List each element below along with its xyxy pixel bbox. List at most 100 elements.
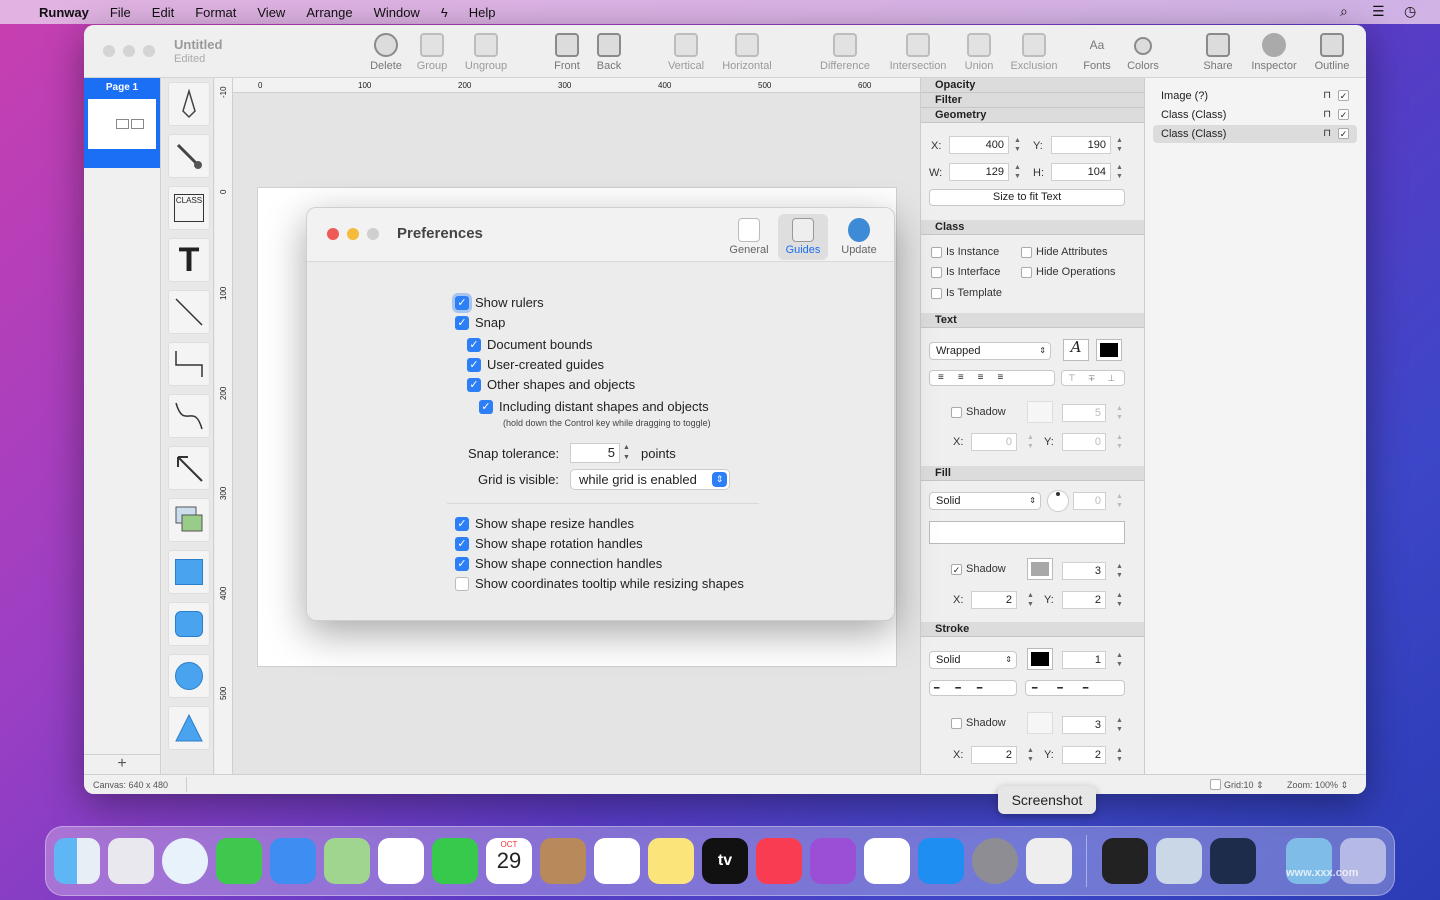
stroke-shadow-x-field[interactable]: 2 xyxy=(971,746,1017,764)
rectangle-tool[interactable] xyxy=(168,550,210,594)
outline-button[interactable]: Outline xyxy=(1312,33,1352,72)
delete-button[interactable]: Delete xyxy=(366,33,406,72)
is-interface-checkbox[interactable] xyxy=(931,267,942,278)
rounded-rectangle-tool[interactable] xyxy=(168,602,210,646)
class-tool[interactable]: CLASS xyxy=(168,186,210,230)
menu-view[interactable]: View xyxy=(257,5,285,20)
fill-shadow-size-field[interactable]: 3 xyxy=(1062,562,1106,580)
script-menu-icon[interactable]: ϟ xyxy=(441,5,448,20)
stroke-shadow-checkbox[interactable] xyxy=(951,718,962,729)
ellipse-tool[interactable] xyxy=(168,654,210,698)
fill-shadow-checkbox[interactable]: ✓ xyxy=(951,564,962,575)
runway-icon[interactable] xyxy=(1210,838,1256,884)
text-color-well[interactable] xyxy=(1096,339,1122,361)
minimize-window-button[interactable] xyxy=(123,45,135,57)
apple-tv-icon[interactable]: tv xyxy=(702,838,748,884)
tab-general[interactable]: General xyxy=(724,214,774,260)
visible-checkbox[interactable]: ✓ xyxy=(1338,109,1349,120)
fill-style-select[interactable]: Solid ⇕ xyxy=(929,492,1041,510)
stroke-shadow-color-well[interactable] xyxy=(1027,712,1053,734)
distant-shapes-checkbox[interactable]: ✓ xyxy=(479,400,493,414)
geometry-section-header[interactable]: Geometry xyxy=(921,108,1145,123)
spotlight-search-icon[interactable]: ⌕ xyxy=(1340,3,1348,20)
rotation-handles-checkbox[interactable]: ✓ xyxy=(455,537,469,551)
height-field[interactable]: 104 xyxy=(1051,163,1111,181)
difference-button[interactable]: Difference xyxy=(816,33,874,72)
stroke-color-well[interactable] xyxy=(1027,648,1053,670)
maps-icon[interactable] xyxy=(324,838,370,884)
system-preferences-icon[interactable] xyxy=(972,838,1018,884)
contacts-icon[interactable] xyxy=(540,838,586,884)
x-stepper[interactable]: ▲ ▼ xyxy=(1013,136,1022,154)
unlock-icon[interactable]: ⊓ xyxy=(1323,125,1331,143)
stroke-style-select[interactable]: Solid ⇕ xyxy=(929,651,1017,669)
visible-checkbox[interactable]: ✓ xyxy=(1338,90,1349,101)
fill-shadow-y-field[interactable]: 2 xyxy=(1062,591,1106,609)
text-shadow-y-field[interactable]: 0 xyxy=(1062,433,1106,451)
object-row-selected[interactable]: Class (Class) ⊓ ✓ xyxy=(1153,125,1357,143)
finder-icon[interactable] xyxy=(54,838,100,884)
terminal-icon[interactable] xyxy=(1102,838,1148,884)
fill-shadow-color-well[interactable] xyxy=(1027,558,1053,580)
user-guides-checkbox[interactable]: ✓ xyxy=(467,358,481,372)
bring-front-button[interactable]: Front xyxy=(550,33,584,72)
triangle-tool[interactable] xyxy=(168,706,210,750)
messages-icon[interactable] xyxy=(216,838,262,884)
colors-button[interactable]: Colors xyxy=(1124,33,1162,72)
line-tool[interactable] xyxy=(168,290,210,334)
menu-format[interactable]: Format xyxy=(195,5,236,20)
text-wrap-select[interactable]: Wrapped ⇕ xyxy=(929,342,1051,360)
inspector-button[interactable]: Inspector xyxy=(1246,33,1302,72)
stroke-width-field[interactable]: 1 xyxy=(1062,651,1106,669)
brush-tool[interactable] xyxy=(168,134,210,178)
union-button[interactable]: Union xyxy=(962,33,996,72)
width-field[interactable]: 129 xyxy=(949,163,1009,181)
exclusion-button[interactable]: Exclusion xyxy=(1006,33,1062,72)
x-field[interactable]: 400 xyxy=(949,136,1009,154)
stroke-shadow-stepper[interactable]: ▲ ▼ xyxy=(1115,716,1124,734)
image-tool[interactable] xyxy=(168,498,210,542)
menu-help[interactable]: Help xyxy=(469,5,496,20)
stroke-shadow-y-field[interactable]: 2 xyxy=(1062,746,1106,764)
document-bounds-checkbox[interactable]: ✓ xyxy=(467,338,481,352)
page-thumbnail-selected[interactable]: Page 1 xyxy=(84,78,160,168)
snap-checkbox[interactable]: ✓ xyxy=(455,316,469,330)
text-valign-segmented[interactable]: ⊤∓⊥ xyxy=(1061,370,1125,386)
coords-tooltip-checkbox[interactable] xyxy=(455,577,469,591)
font-button[interactable]: A xyxy=(1063,339,1089,361)
arrow-tool[interactable] xyxy=(168,446,210,490)
object-row[interactable]: Image (?) ⊓ ✓ xyxy=(1153,87,1357,105)
hide-operations-checkbox[interactable] xyxy=(1021,267,1032,278)
stroke-section-header[interactable]: Stroke xyxy=(921,622,1145,637)
pen-tool[interactable] xyxy=(168,82,210,126)
zoom-select[interactable]: Zoom: 100% ⇕ xyxy=(1287,780,1348,791)
menu-file[interactable]: File xyxy=(110,5,131,20)
tab-guides[interactable]: Guides xyxy=(778,214,828,260)
tab-update[interactable]: Update xyxy=(834,214,884,260)
visible-checkbox[interactable]: ✓ xyxy=(1338,128,1349,139)
stroke-width-stepper[interactable]: ▲ ▼ xyxy=(1115,651,1124,669)
text-shadow-color-well[interactable] xyxy=(1027,401,1053,423)
elbow-line-tool[interactable] xyxy=(168,342,210,386)
resize-handles-checkbox[interactable]: ✓ xyxy=(455,517,469,531)
time-machine-icon[interactable]: ◷ xyxy=(1404,3,1416,20)
align-horizontal-button[interactable]: Horizontal xyxy=(718,33,776,72)
add-page-button[interactable]: + xyxy=(84,754,160,774)
app-menu[interactable]: Runway xyxy=(39,5,89,20)
filter-section-header[interactable]: Filter xyxy=(921,93,1145,108)
facetime-icon[interactable] xyxy=(432,838,478,884)
width-stepper[interactable]: ▲ ▼ xyxy=(1013,163,1022,181)
text-section-header[interactable]: Text xyxy=(921,313,1145,328)
menu-arrange[interactable]: Arrange xyxy=(306,5,352,20)
is-instance-checkbox[interactable] xyxy=(931,247,942,258)
y-stepper[interactable]: ▲ ▼ xyxy=(1115,136,1124,154)
snap-tolerance-stepper[interactable]: ▲ ▼ xyxy=(623,443,633,463)
screenshot-icon[interactable] xyxy=(1026,838,1072,884)
news-icon[interactable] xyxy=(864,838,910,884)
fonts-button[interactable]: Aa Fonts xyxy=(1080,33,1114,72)
control-center-icon[interactable]: ☰ xyxy=(1372,3,1385,20)
text-shadow-y-stepper[interactable]: ▲ ▼ xyxy=(1115,433,1124,451)
show-rulers-checkbox[interactable]: ✓ xyxy=(455,296,469,310)
curve-tool[interactable] xyxy=(168,394,210,438)
fill-section-header[interactable]: Fill xyxy=(921,466,1145,481)
